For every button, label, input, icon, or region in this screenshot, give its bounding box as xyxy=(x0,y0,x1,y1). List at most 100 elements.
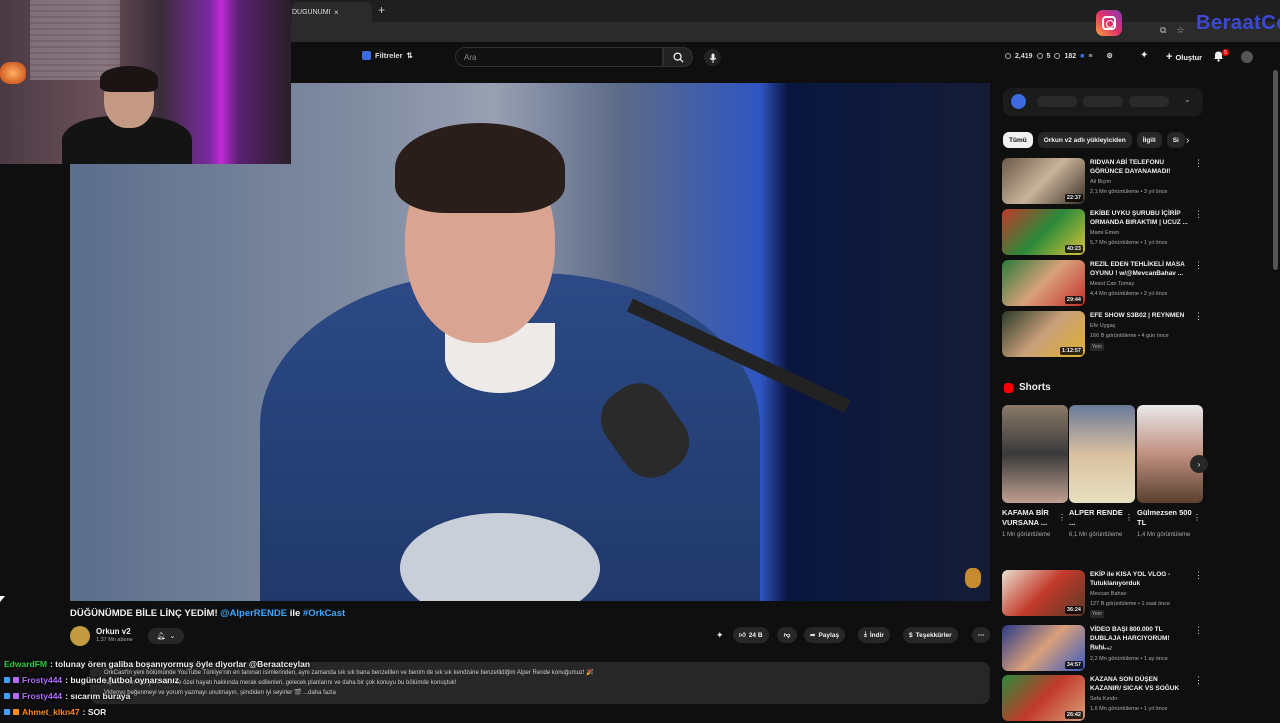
video-thumbnail[interactable]: 26:42 xyxy=(1002,675,1085,721)
download-button[interactable]: ⤓ İndir xyxy=(858,627,890,643)
account-avatar[interactable] xyxy=(1241,51,1253,63)
extension-icon[interactable]: ■ xyxy=(1080,53,1084,60)
share-button[interactable]: ➦ Paylaş xyxy=(804,627,846,643)
like-button[interactable]: 👍︎ 24 B xyxy=(733,627,769,643)
video-thumbnail[interactable]: 40:23 xyxy=(1002,209,1085,255)
related-video[interactable]: 29:44 REZİL EDEN TEHLİKELİ MASA OYUNU ! … xyxy=(1002,260,1207,308)
short-item[interactable]: KAFAMA BİR VURSANA ... 1 Mn görüntüleme … xyxy=(1002,405,1068,540)
placeholder-pill[interactable] xyxy=(1037,96,1077,107)
video-channel: Mesut Can Tomay xyxy=(1090,281,1135,287)
chat-message: EdwardFM : tolunay ören galiba boşanıyor… xyxy=(0,656,640,672)
video-title: EKİP ile KISA YOL VLOG - Tutuklanıyorduk xyxy=(1090,571,1171,587)
more-vert-icon[interactable]: ⋮ xyxy=(1194,625,1203,636)
more-actions-button[interactable]: ⋯ xyxy=(972,627,990,643)
short-thumbnail[interactable] xyxy=(1137,405,1203,503)
streamer-brand-text: BeraatCe xyxy=(1196,12,1280,34)
short-thumbnail[interactable] xyxy=(1069,405,1135,503)
search-input[interactable]: Ara xyxy=(455,47,663,67)
related-video[interactable]: 40:23 EKİBE UYKU ŞURUBU İÇİRİP ORMANDA B… xyxy=(1002,209,1207,257)
video-thumbnail[interactable]: 34:57 xyxy=(1002,625,1085,671)
stream-chat-overlay: EdwardFM : tolunay ören galiba boşanıyor… xyxy=(0,656,640,720)
chip-related[interactable]: İlgili xyxy=(1136,132,1162,148)
tab-close-icon[interactable]: × xyxy=(334,8,372,17)
magic-icon[interactable]: ✦ xyxy=(1140,50,1148,61)
extension-logo-icon[interactable] xyxy=(1011,94,1026,109)
more-vert-icon[interactable]: ⋮ xyxy=(1193,513,1201,522)
dislike-button[interactable]: 👎︎ xyxy=(777,627,797,643)
subscription-bell-button[interactable]: 🔔︎ ⌄ xyxy=(148,628,184,644)
clock-icon xyxy=(1005,53,1011,59)
chevron-right-icon[interactable]: › xyxy=(1190,455,1208,473)
create-button[interactable]: + Oluştur xyxy=(1160,49,1209,65)
thanks-button[interactable]: $ Teşekkürler xyxy=(903,627,958,643)
title-mention-link[interactable]: @AlperRENDE xyxy=(220,608,287,619)
search-button[interactable] xyxy=(663,47,693,67)
browser-tab-title: DÜĞÜNÜMDE BİLE LİNÇ YE xyxy=(292,8,330,16)
more-vert-icon[interactable]: ⋮ xyxy=(1194,209,1203,220)
video-thumbnail[interactable]: 29:44 xyxy=(1002,260,1085,306)
webcam-overlay xyxy=(0,0,291,164)
video-meta: 1,6 Mn görüntüleme • 1 yıl önce xyxy=(1090,706,1168,712)
title-hashtag-link[interactable]: #OrkCast xyxy=(303,608,345,619)
stat-value: 2,419 xyxy=(1015,52,1033,60)
more-vert-icon[interactable]: ⋮ xyxy=(1194,675,1203,686)
page-scrollbar[interactable] xyxy=(1273,70,1278,270)
menu-icon[interactable]: ≡ xyxy=(1088,53,1092,60)
chat-text: : SOR xyxy=(82,707,107,717)
chat-message: Frosty444 : bugünde futbol oynarsanız xyxy=(0,672,640,688)
video-duration: 40:23 xyxy=(1064,245,1083,253)
notification-badge: 5 xyxy=(1222,49,1229,56)
video-thumbnail[interactable]: 22:37 xyxy=(1002,158,1085,204)
chevron-down-icon[interactable]: ⌄ xyxy=(1184,95,1191,104)
voice-search-button[interactable] xyxy=(704,49,721,66)
sparkle-icon[interactable]: ✦ xyxy=(716,630,724,641)
browser-tab[interactable]: DÜĞÜNÜMDE BİLE LİNÇ YE × xyxy=(292,2,372,22)
related-video[interactable]: 22:37 RIDVAN ABİ TELEFONU GÖRÜNCE DAYANA… xyxy=(1002,158,1207,206)
short-item[interactable]: ALPER RENDE ... 6,1 Mn görüntüleme ⋮ xyxy=(1069,405,1135,540)
video-thumbnail[interactable]: 36:24 xyxy=(1002,570,1085,616)
webcam-headphones xyxy=(100,66,158,92)
related-video[interactable]: 36:24 EKİP ile KISA YOL VLOG - Tutuklanı… xyxy=(1002,570,1207,618)
video-meta: 166 B görüntüleme • 4 gün önce xyxy=(1090,333,1169,339)
bell-icon: 🔔︎ xyxy=(156,633,166,640)
more-vert-icon[interactable]: ⋮ xyxy=(1194,570,1203,581)
placeholder-pill[interactable] xyxy=(1129,96,1169,107)
cast-icon[interactable]: ⧉ xyxy=(1160,25,1166,36)
video-channel: Efe Uygaç xyxy=(1090,323,1116,329)
channel-name[interactable]: Orkun v2 xyxy=(96,627,131,636)
short-thumbnail[interactable] xyxy=(1002,405,1068,503)
chip-from-uploader[interactable]: Orkun v2 adlı yükleyiciden xyxy=(1037,132,1132,148)
more-vert-icon[interactable]: ⋮ xyxy=(1194,260,1203,271)
video-channel: Ali Biçim xyxy=(1090,179,1112,185)
video-title: EKİBE UYKU ŞURUBU İÇİRİP ORMANDA BIRAKTI… xyxy=(1090,210,1188,226)
chip-all[interactable]: Tümü xyxy=(1003,132,1033,148)
related-video[interactable]: 34:57 VİDEO BAŞI 800.000 TL DUBLAJA HARC… xyxy=(1002,625,1207,673)
channel-avatar[interactable] xyxy=(70,626,90,646)
thumbs-down-icon: 👎︎ xyxy=(783,632,791,639)
thanks-label: Teşekkürler xyxy=(915,631,952,639)
chip-more[interactable]: Si xyxy=(1166,132,1185,148)
bookmark-star-icon[interactable]: ☆ xyxy=(1176,25,1184,36)
video-frame-hair xyxy=(395,123,565,213)
thumbs-up-icon: 👍︎ xyxy=(739,632,746,639)
channel-subscribers: 1,37 Mn abone xyxy=(96,637,133,643)
placeholder-pill[interactable] xyxy=(1083,96,1123,107)
video-meta: 2,2 Mn görüntüleme • 1 ay önce xyxy=(1090,656,1168,662)
more-vert-icon[interactable]: ⋮ xyxy=(1194,158,1203,169)
new-tab-button[interactable]: + xyxy=(378,3,385,17)
short-item[interactable]: Gülmezsen 500 TL 1,4 Mn görüntüleme ⋮ xyxy=(1137,405,1203,540)
chat-username: Frosty444 xyxy=(22,675,63,685)
related-video[interactable]: 1:12:57 EFE SHOW S3B02 | REYNMEN Efe Uyg… xyxy=(1002,311,1207,359)
stat-value: 182 xyxy=(1064,52,1077,60)
video-thumbnail[interactable]: 1:12:57 xyxy=(1002,311,1085,357)
puzzle-icon[interactable]: ⚙ xyxy=(1106,52,1112,60)
eye-icon xyxy=(1036,53,1043,59)
more-vert-icon[interactable]: ⋮ xyxy=(1125,513,1133,522)
chat-text: : bugünde futbol oynarsanız xyxy=(65,675,179,685)
more-vert-icon[interactable]: ⋮ xyxy=(1194,311,1203,322)
video-duration: 1:12:57 xyxy=(1060,347,1083,355)
more-vert-icon[interactable]: ⋮ xyxy=(1058,513,1066,522)
chevron-right-icon[interactable]: › xyxy=(1186,135,1189,146)
related-video[interactable]: 26:42 KAZANA SON DÜŞEN KAZANIR/ SICAK VS… xyxy=(1002,675,1207,723)
filter-button[interactable]: Filtreler ⇅ xyxy=(362,51,413,60)
